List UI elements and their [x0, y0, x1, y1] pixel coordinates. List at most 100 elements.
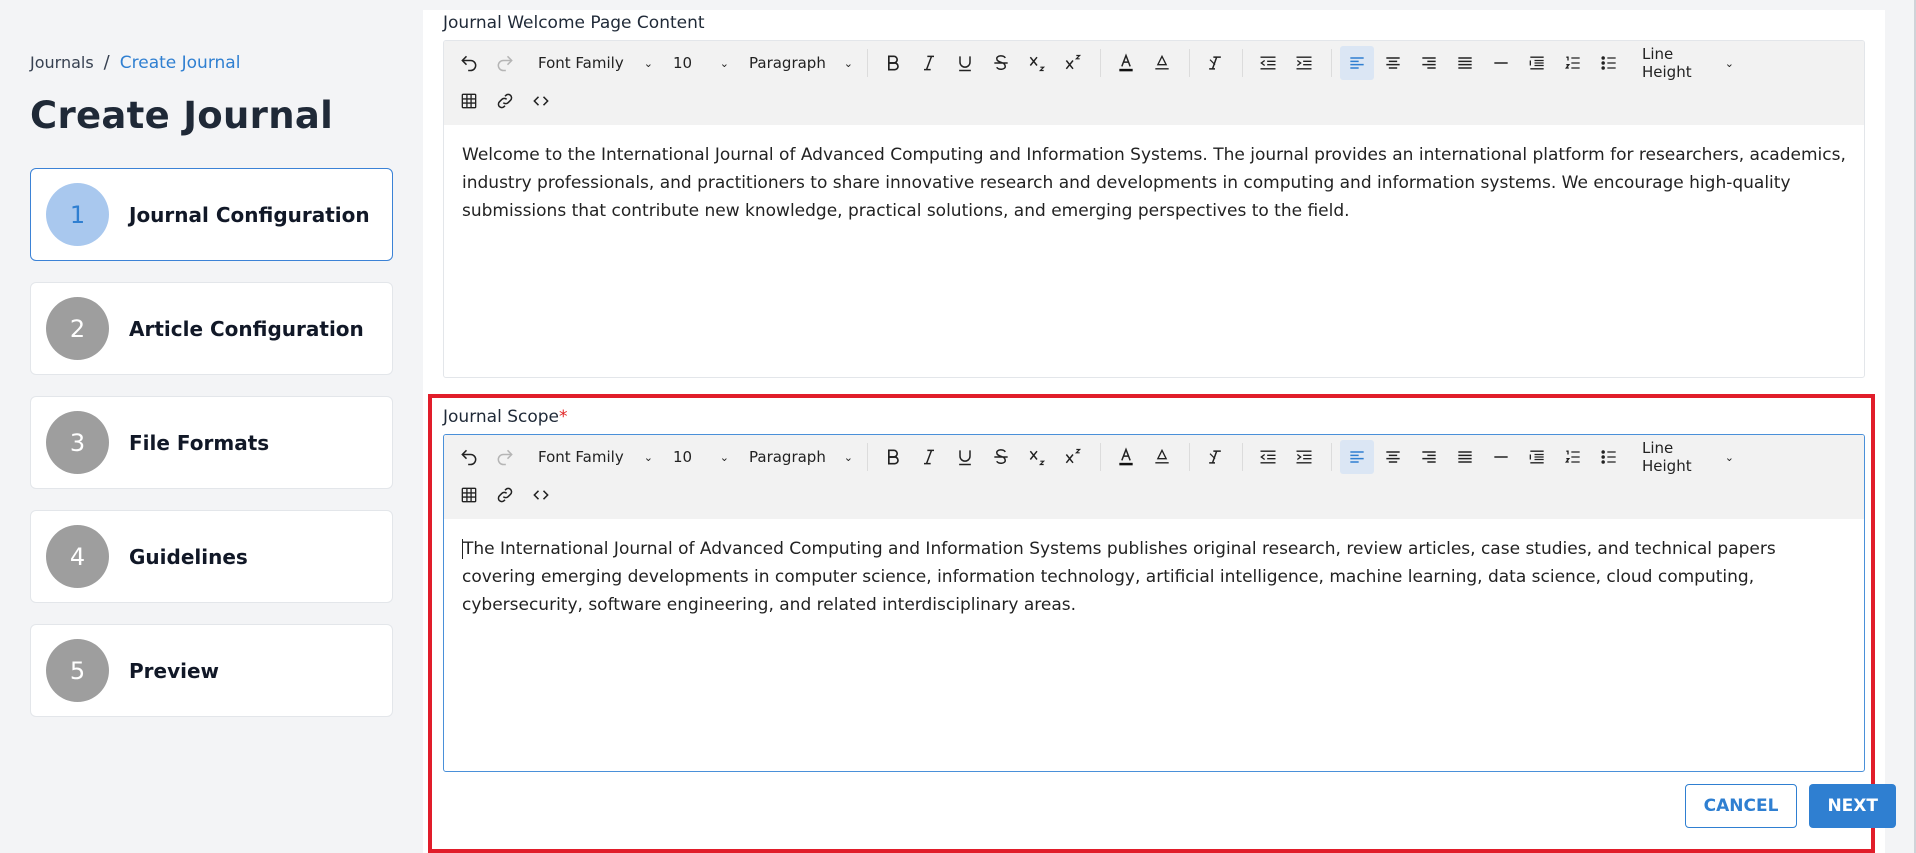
align-center-button[interactable]: [1376, 440, 1410, 474]
main-form-panel: Journal Welcome Page Content Font Family…: [423, 10, 1885, 853]
horizontal-rule-icon: [1494, 62, 1508, 64]
bold-icon: [888, 55, 899, 71]
align-right-button[interactable]: [1412, 46, 1446, 80]
indent-button[interactable]: [1287, 440, 1321, 474]
step-article-configuration[interactable]: 2 Article Configuration: [30, 282, 393, 375]
ordered-list-icon: [1565, 56, 1580, 69]
outdent-button[interactable]: [1251, 46, 1285, 80]
code-icon: [533, 490, 549, 500]
step-guidelines[interactable]: 4 Guidelines: [30, 510, 393, 603]
align-justify-button[interactable]: [1448, 46, 1482, 80]
chevron-down-icon: ⌄: [643, 450, 653, 464]
line-height-select[interactable]: Line Height ⌄: [1628, 45, 1740, 81]
clear-formatting-button[interactable]: [1198, 46, 1232, 80]
subscript-button[interactable]: [1020, 440, 1054, 474]
source-code-button[interactable]: [524, 84, 558, 118]
superscript-button[interactable]: [1056, 440, 1090, 474]
superscript-icon: [1065, 448, 1082, 464]
welcome-content-text[interactable]: Welcome to the International Journal of …: [444, 125, 1864, 377]
cancel-button[interactable]: CANCEL: [1684, 784, 1798, 828]
bullet-list-icon: [1601, 450, 1616, 464]
insert-table-button[interactable]: [452, 84, 486, 118]
paragraph-spacing-button[interactable]: [1520, 440, 1554, 474]
italic-button[interactable]: [912, 46, 946, 80]
underline-button[interactable]: [948, 440, 982, 474]
text-color-icon: [1119, 447, 1133, 466]
align-right-icon: [1422, 451, 1436, 463]
bold-button[interactable]: [876, 46, 910, 80]
insert-table-button[interactable]: [452, 478, 486, 512]
chevron-down-icon: ⌄: [843, 450, 853, 464]
strikethrough-button[interactable]: [984, 440, 1018, 474]
insert-link-button[interactable]: [488, 478, 522, 512]
font-family-select[interactable]: Font Family ⌄: [524, 440, 659, 474]
indent-button[interactable]: [1287, 46, 1321, 80]
align-justify-button[interactable]: [1448, 440, 1482, 474]
paragraph-spacing-icon: [1529, 56, 1544, 70]
breadcrumb-journals-link[interactable]: Journals: [30, 53, 94, 72]
underline-button[interactable]: [948, 46, 982, 80]
subscript-button[interactable]: [1020, 46, 1054, 80]
align-right-icon: [1422, 57, 1436, 69]
step-number: 3: [46, 411, 109, 474]
step-journal-configuration[interactable]: 1 Journal Configuration: [30, 168, 393, 261]
bullet-list-button[interactable]: [1592, 46, 1626, 80]
block-format-select[interactable]: Paragraph ⌄: [735, 440, 859, 474]
align-left-button[interactable]: [1340, 46, 1374, 80]
horizontal-rule-button[interactable]: [1484, 440, 1518, 474]
outdent-button[interactable]: [1251, 440, 1285, 474]
italic-icon: [924, 449, 934, 465]
font-size-select[interactable]: 10 ⌄: [659, 46, 735, 80]
bold-button[interactable]: [876, 440, 910, 474]
clear-formatting-button[interactable]: [1198, 440, 1232, 474]
horizontal-rule-button[interactable]: [1484, 46, 1518, 80]
italic-button[interactable]: [912, 440, 946, 474]
step-label: File Formats: [129, 430, 270, 455]
strikethrough-button[interactable]: [984, 46, 1018, 80]
line-height-select[interactable]: Line Height ⌄: [1628, 439, 1740, 475]
redo-button[interactable]: [488, 46, 522, 80]
redo-button[interactable]: [488, 440, 522, 474]
journal-scope-section: Journal Scope* Font Family ⌄ 10 ⌄ Paragrap…: [443, 406, 1865, 772]
superscript-button[interactable]: [1056, 46, 1090, 80]
align-left-icon: [1350, 451, 1364, 463]
undo-button[interactable]: [452, 46, 486, 80]
journal-scope-text[interactable]: The International Journal of Advanced Co…: [444, 519, 1864, 771]
toolbar-row-2: [452, 477, 1856, 513]
text-color-button[interactable]: [1109, 46, 1143, 80]
paragraph-spacing-button[interactable]: [1520, 46, 1554, 80]
align-right-button[interactable]: [1412, 440, 1446, 474]
step-file-formats[interactable]: 3 File Formats: [30, 396, 393, 489]
highlight-color-icon: [1155, 448, 1169, 464]
bullet-list-button[interactable]: [1592, 440, 1626, 474]
undo-button[interactable]: [452, 440, 486, 474]
text-color-button[interactable]: [1109, 440, 1143, 474]
ordered-list-button[interactable]: [1556, 46, 1590, 80]
ordered-list-icon: [1565, 450, 1580, 463]
highlight-color-button[interactable]: [1145, 440, 1179, 474]
font-family-select[interactable]: Font Family ⌄: [524, 46, 659, 80]
align-justify-icon: [1458, 57, 1472, 69]
block-format-select[interactable]: Paragraph ⌄: [735, 46, 859, 80]
align-center-button[interactable]: [1376, 46, 1410, 80]
insert-link-button[interactable]: [488, 84, 522, 118]
toolbar-separator: [1100, 443, 1101, 471]
underline-icon: [959, 56, 971, 72]
source-code-button[interactable]: [524, 478, 558, 512]
clear-formatting-icon: [1209, 56, 1221, 70]
ordered-list-button[interactable]: [1556, 440, 1590, 474]
underline-icon: [959, 450, 971, 466]
next-button[interactable]: NEXT: [1809, 784, 1896, 828]
chevron-down-icon: ⌄: [843, 56, 853, 70]
outdent-icon: [1260, 450, 1276, 464]
step-preview[interactable]: 5 Preview: [30, 624, 393, 717]
highlight-color-button[interactable]: [1145, 46, 1179, 80]
indent-icon: [1296, 56, 1312, 70]
toolbar-separator: [1189, 443, 1190, 471]
toolbar-separator: [1100, 49, 1101, 77]
stepper: 1 Journal Configuration 2 Article Config…: [30, 168, 393, 738]
align-left-button[interactable]: [1340, 440, 1374, 474]
editor-toolbar: Font Family ⌄ 10 ⌄ Paragraph ⌄ Line Height ⌄: [444, 435, 1864, 519]
step-label: Journal Configuration: [129, 202, 370, 227]
font-size-select[interactable]: 10 ⌄: [659, 440, 735, 474]
